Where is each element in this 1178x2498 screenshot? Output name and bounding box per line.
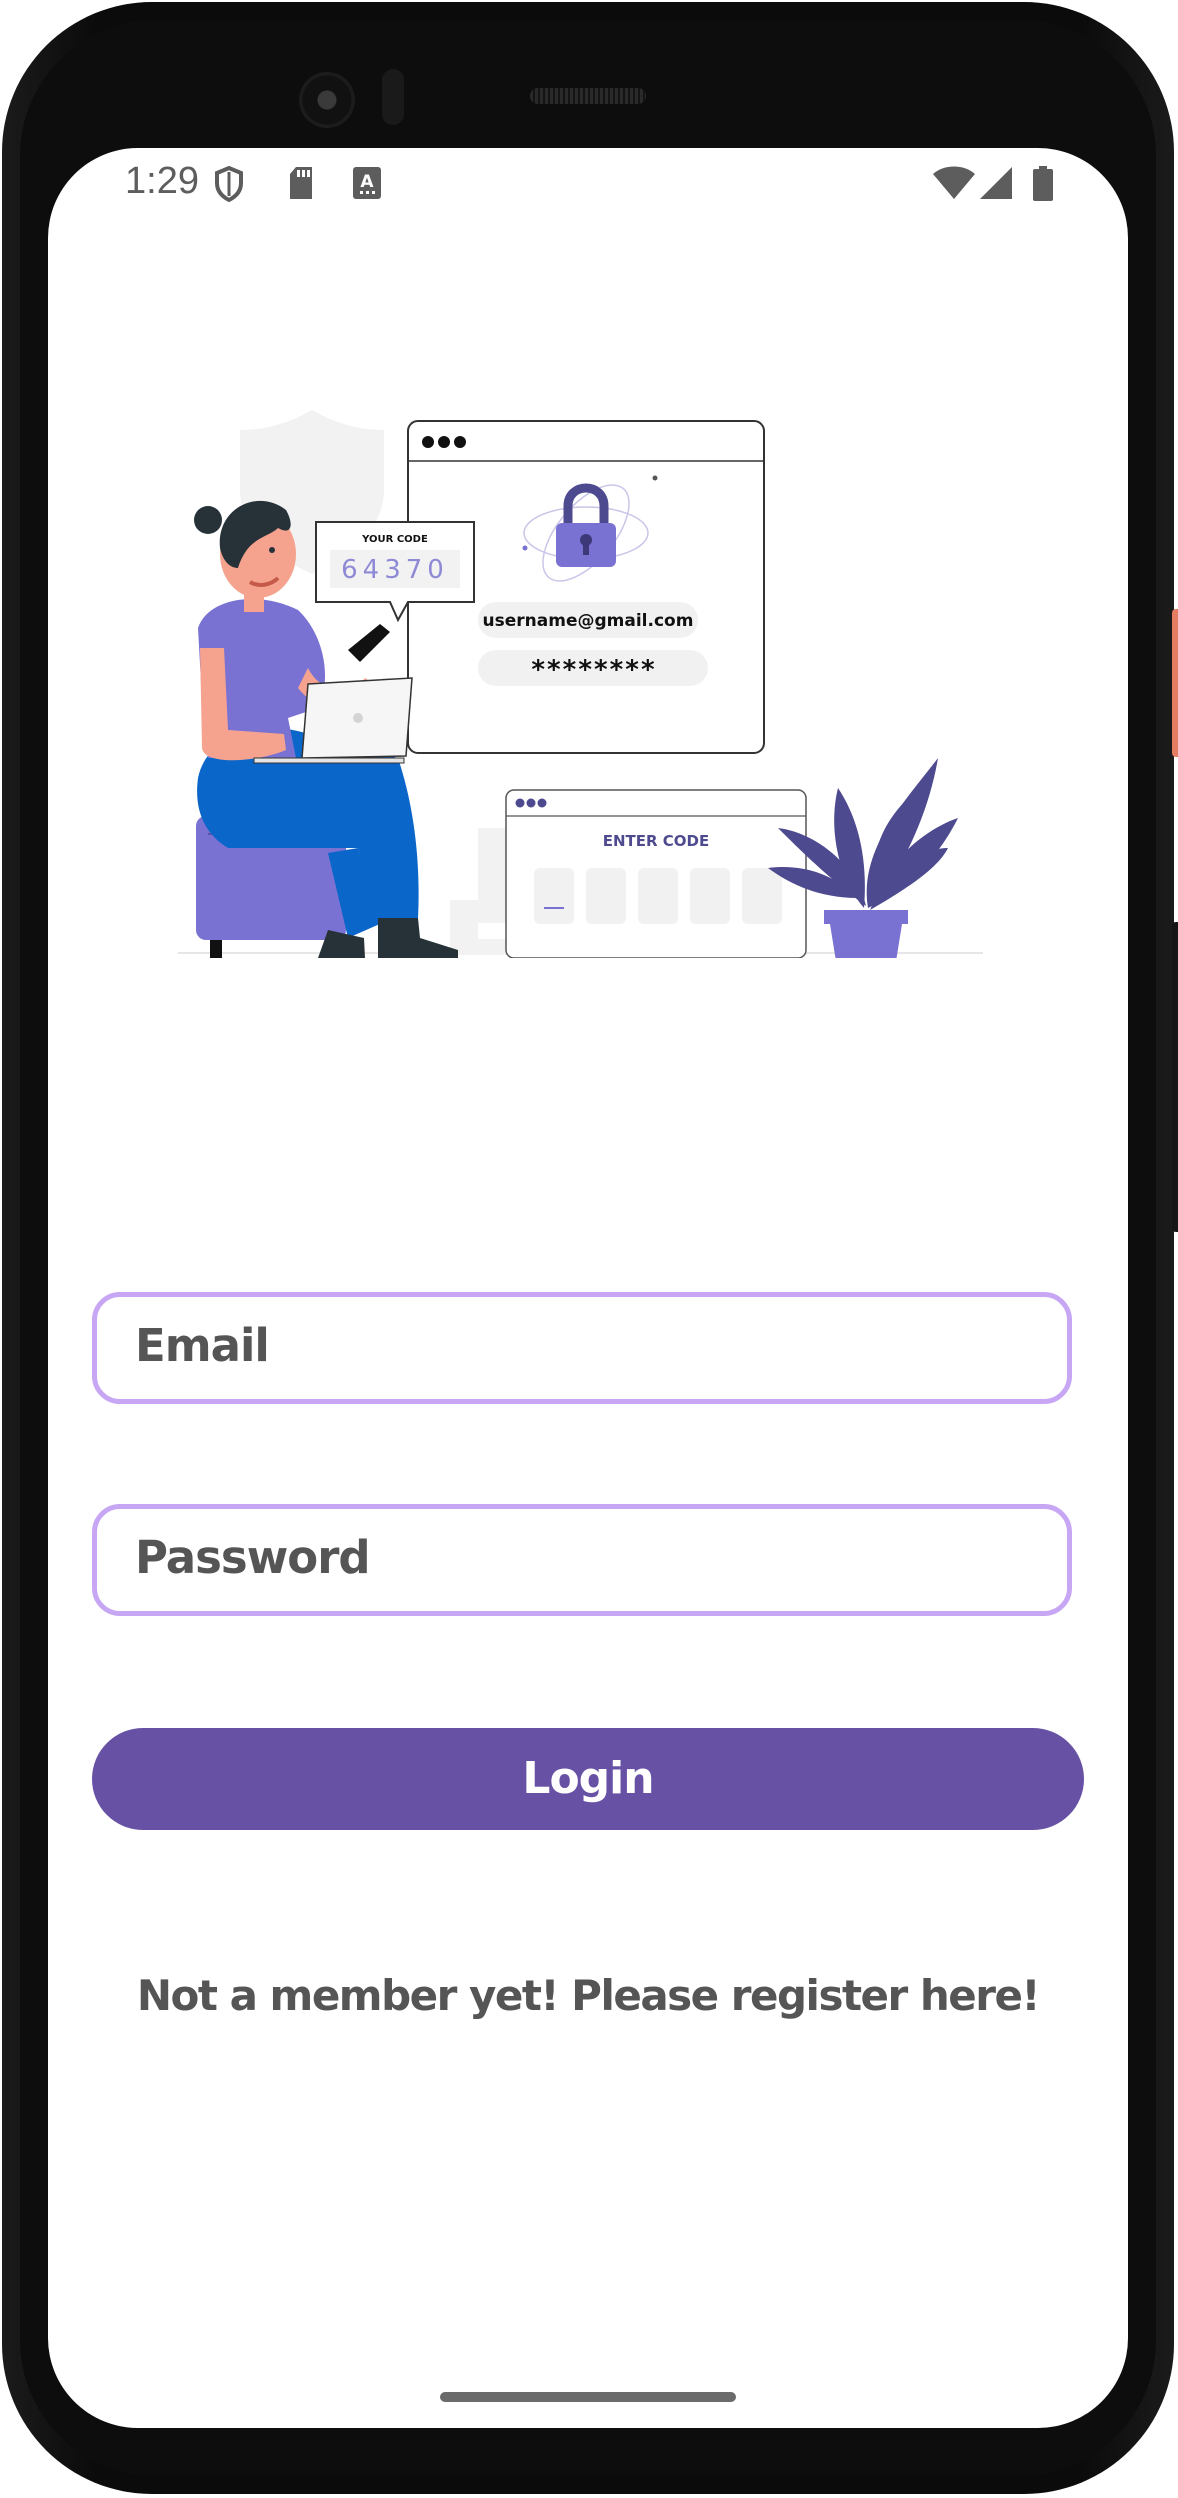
status-bar: 1:29 A bbox=[48, 148, 1128, 218]
status-time: 1:29 bbox=[125, 160, 199, 202]
proximity-sensor bbox=[382, 69, 404, 125]
sd-card-icon bbox=[290, 167, 312, 199]
power-button bbox=[1172, 609, 1178, 757]
password-placeholder: Password bbox=[135, 1531, 371, 1584]
front-camera bbox=[299, 72, 355, 128]
svg-text:A: A bbox=[360, 172, 374, 192]
volume-button bbox=[1172, 922, 1178, 1232]
email-field[interactable]: Email bbox=[92, 1292, 1072, 1404]
enter-code-label: ENTER CODE bbox=[603, 832, 710, 850]
password-field[interactable]: Password bbox=[92, 1504, 1072, 1616]
phone-frame: 1:29 A username@gmail.com ******** YOUR … bbox=[2, 2, 1178, 2494]
your-code-label: YOUR CODE bbox=[361, 534, 428, 545]
cell-signal-icon bbox=[980, 167, 1012, 199]
home-indicator[interactable] bbox=[440, 2392, 736, 2402]
battery-icon bbox=[1033, 166, 1053, 201]
login-illustration: username@gmail.com ******** YOUR CODE 64… bbox=[178, 410, 983, 958]
shield-icon bbox=[215, 166, 243, 202]
enter-code-window: ENTER CODE bbox=[505, 789, 807, 958]
register-link[interactable]: Not a member yet! Please register here! bbox=[48, 1971, 1128, 2020]
earpiece-speaker bbox=[530, 88, 646, 104]
username-text: username@gmail.com bbox=[483, 611, 694, 631]
email-placeholder: Email bbox=[135, 1319, 270, 1372]
wifi-icon bbox=[933, 166, 975, 199]
screen: 1:29 A username@gmail.com ******** YOUR … bbox=[48, 148, 1128, 2428]
keyboard-a-icon: A bbox=[353, 167, 381, 199]
login-button[interactable]: Login bbox=[92, 1728, 1084, 1830]
password-mask-text: ******** bbox=[530, 655, 655, 685]
code-value: 64370 bbox=[341, 555, 449, 585]
